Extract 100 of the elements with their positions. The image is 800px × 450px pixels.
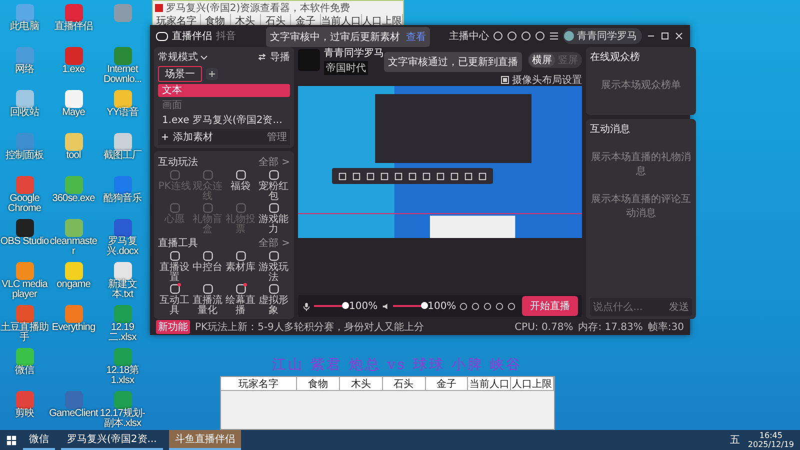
close-icon[interactable] [674,31,684,41]
empty-message: 展示本场直播的评论互动消息 [590,192,692,220]
icon-label: tool [65,151,82,161]
taskbar-app[interactable]: 斗鱼直播伴侣 [168,430,241,450]
icon-label: 直播伴侣 [53,22,94,32]
tool-tile[interactable]: 虚拟形象 [257,283,290,316]
icon-label: YY语音 [106,108,140,118]
tool-tile[interactable]: 福袋 [224,169,257,202]
column-header: 玩家名字 [221,377,298,390]
view-all-link[interactable]: 全部 > [258,155,290,169]
director-button[interactable]: 导播 [270,50,290,64]
icon-label: 回收站 [9,108,40,118]
camera-layout-icon[interactable] [501,76,510,84]
icon-label: ongame [56,280,92,290]
tool-icon [168,202,180,214]
swap-icon[interactable] [258,53,266,61]
comment-field[interactable]: 说点什么... 发送 [590,298,692,316]
tool-tile[interactable]: 游戏玩法 [257,250,290,283]
source-item[interactable]: 1.exe 罗马复兴(帝国2资... [158,114,290,127]
menu-icon[interactable] [549,31,559,41]
icon-label: Google Chrome [6,194,42,214]
tool-icon [168,283,180,295]
taskbar-app[interactable]: 微信 [23,430,55,450]
section-title: 互动玩法 [158,156,198,169]
tool-icon [268,169,280,181]
news-text: PK玩法上新：5-9人多轮积分赛，身份对人又能上分 [195,320,424,334]
add-source-button[interactable]: 添加素材 [173,130,213,144]
icon-label: cleanmaster [49,237,98,257]
send-button[interactable]: 发送 [669,300,690,314]
tool-icon [234,283,246,295]
camera-layout-link[interactable]: 摄像头布局设置 [512,72,582,86]
tool-icon [268,283,280,295]
tool-icon [202,250,214,262]
icon-label: 12.17规划-副本.xlsx [98,409,146,429]
source-item[interactable]: 文本 [158,84,290,97]
tool-tile[interactable]: 宠粉红包 [257,169,290,202]
volume-reading: 100% [428,300,456,312]
icon-label: 控制面板 [4,151,45,161]
tool-icon [202,169,214,181]
caret-icon [200,53,208,61]
icon-label: 罗马复兴.docx [106,237,140,257]
streamer-name: 青青同学罗马 [324,46,384,60]
icon-label: GameClient [49,409,98,419]
tool-tile[interactable]: 中控台 [191,250,224,283]
user-chip[interactable]: 青青同学罗马 [563,28,642,44]
anchor-center-link[interactable]: 主播中心 [449,29,489,43]
column-header: 金子 [426,377,468,390]
taskbar-app[interactable]: 罗马复兴(帝国2资... [61,430,163,450]
add-icon[interactable] [206,68,218,80]
tool-icon [202,283,214,295]
tool-icon [234,169,246,181]
speaker-icon[interactable] [380,302,390,310]
avatar-icon [564,31,574,41]
empty-message: 展示本场观众榜单 [600,78,682,92]
app-icon[interactable] [16,219,34,237]
column-header: 木头 [340,377,383,390]
tool-tile[interactable]: 直播设置 [158,250,191,283]
match-title: 江山 紫君 炮总 vs 球球 小脾 峡谷 [272,356,522,374]
tool-tile[interactable]: 素材库 [224,250,257,283]
tool-tile[interactable]: 直播流量化 [191,283,224,316]
start-icon[interactable] [6,434,17,446]
tool-icon [268,250,280,262]
add-icon[interactable] [161,133,169,141]
column-header: 食物 [297,377,340,390]
tool-tile[interactable]: 互动工具 [158,283,191,316]
app-icon[interactable] [64,90,82,108]
clock-time[interactable]: 16:45 [759,431,782,440]
column-header: 当前人口 [468,377,512,390]
tool-tile[interactable]: 游戏能力 [257,202,290,235]
tool-icon [268,202,280,214]
stat-text: 帧率:30 [648,320,684,334]
app-icon[interactable] [114,262,132,280]
tool-tile[interactable]: 绘幕直播 [224,283,257,316]
orientation-option[interactable]: 横屏 [529,53,556,67]
clock-date[interactable]: 2025/12/19 [748,440,794,449]
scene-tab[interactable]: 场景一 [158,66,202,82]
icon-label: 截图工厂 [102,151,143,161]
panel-title: 在线观众榜 [590,50,642,64]
icon-label: 剪映 [14,409,36,419]
icon-label: VLC media player [0,280,49,300]
icon-label: 1.exe [61,65,86,75]
volume-reading: 100% [349,300,378,312]
logo-icon [156,32,168,40]
icon-label: 酷狗音乐 [102,194,143,204]
ime-indicator[interactable]: 五 [728,433,742,447]
icon-label: 此电脑 [9,22,40,32]
maximize-icon[interactable] [660,31,670,41]
avatar-placeholder [298,49,320,71]
app-icon[interactable] [114,219,132,237]
tool-icon [168,250,180,262]
icon-label: 360se.exe [51,194,96,204]
mode-dropdown[interactable]: 常规模式 [158,50,208,64]
start-live-button[interactable]: 开始直播 [522,296,578,316]
icon-label: 12.18第1.xlsx [105,366,140,386]
toast-text: 文字审核中，过审后更新素材 [270,30,400,44]
manage-link[interactable]: 管理 [267,130,287,144]
toast-text: 文字审核通过，已更新到直播 [388,56,518,69]
microphone-icon[interactable] [302,302,311,310]
view-all-link[interactable]: 全部 > [258,236,290,250]
column-header: 人口上限 [511,377,554,390]
